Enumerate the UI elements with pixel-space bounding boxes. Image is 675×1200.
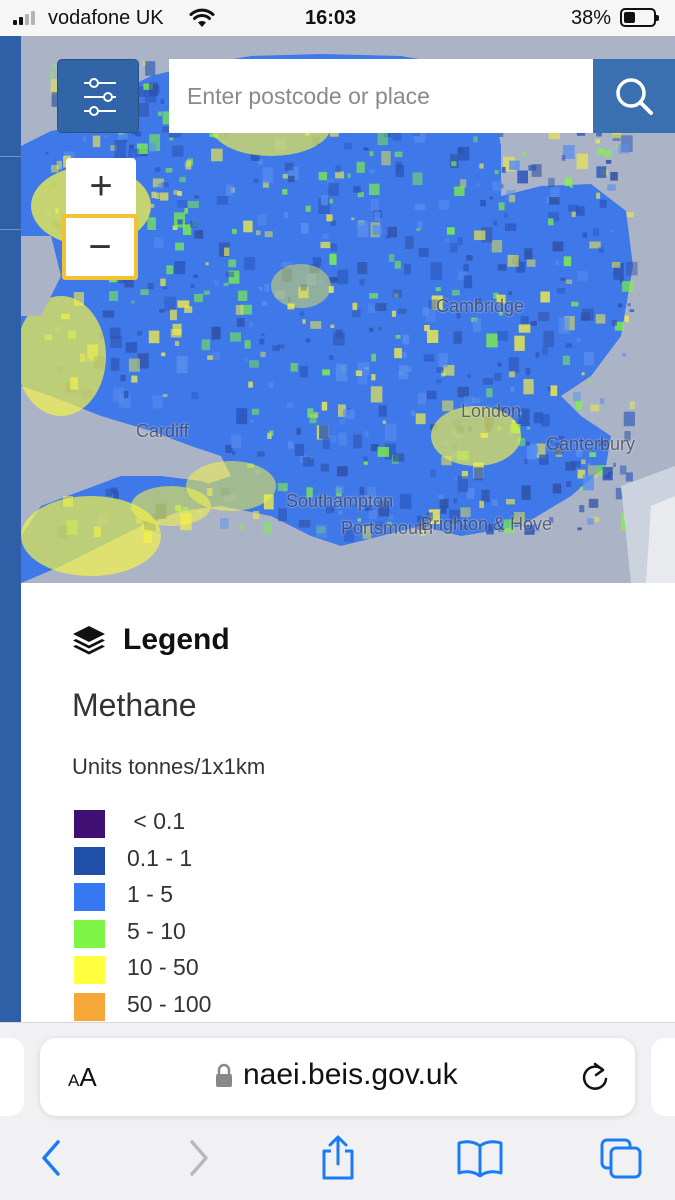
legend-units: Units tonnes/1x1km — [72, 754, 266, 779]
layer-name: Methane — [72, 687, 197, 723]
search-input[interactable]: Enter postcode or place — [169, 59, 593, 133]
legend-swatch — [74, 883, 105, 912]
zoom-out-button[interactable]: − — [62, 214, 138, 280]
map-label-southampton: Southampton — [286, 491, 394, 511]
wifi-icon — [189, 8, 215, 27]
map-label-portsmouth: Portsmouth — [341, 518, 434, 538]
book-icon[interactable] — [456, 1138, 504, 1178]
chevron-right-icon[interactable] — [184, 1138, 212, 1178]
search-placeholder: Enter postcode or place — [187, 82, 430, 109]
zoom-in-button[interactable]: + — [66, 158, 136, 214]
url-text: naei.beis.gov.uk — [243, 1058, 458, 1091]
legend-swatch — [74, 992, 105, 1021]
legend-swatch — [74, 956, 105, 985]
sliders-icon — [84, 78, 116, 116]
status-bar: vodafone UK 16:03 38% — [0, 0, 675, 36]
map-label-london: London — [461, 401, 522, 421]
map-label-canterbury: Canterbury — [546, 434, 636, 454]
text-size-button[interactable]: AA — [68, 1062, 97, 1093]
legend-swatch — [74, 846, 105, 875]
legend-range: 0.1 - 1 — [127, 844, 193, 871]
map-label-cardiff: Cardiff — [136, 421, 189, 441]
clock: 16:03 — [305, 7, 357, 29]
map-label-brighton: Brighton & Hove — [421, 514, 553, 534]
side-panel-edge[interactable] — [0, 36, 21, 1022]
legend-range: 50 - 100 — [127, 990, 212, 1017]
carrier-name: vodafone UK — [48, 7, 164, 29]
legend-range: 5 - 10 — [127, 917, 186, 944]
zoom-controls: + − — [62, 158, 138, 280]
previous-tab-peek[interactable] — [0, 1038, 24, 1116]
magnifier-icon — [616, 78, 653, 115]
legend-header[interactable]: Legend — [71, 623, 230, 657]
legend-swatch — [74, 810, 105, 838]
map-label-cambridge: Cambridge — [436, 296, 525, 316]
next-tab-peek[interactable] — [651, 1038, 675, 1116]
legend-range: 10 - 50 — [127, 954, 199, 981]
legend-title: Legend — [123, 623, 230, 656]
battery-percent: 38% — [571, 7, 612, 29]
layers-icon — [73, 626, 105, 655]
tabs-icon[interactable] — [598, 1136, 644, 1180]
battery-icon — [620, 8, 659, 27]
address-bar[interactable]: AA naei.beis.gov.uk — [40, 1038, 635, 1116]
legend-swatch — [74, 919, 105, 948]
filter-settings-button[interactable] — [57, 59, 139, 133]
legend-range: 1 - 5 — [127, 881, 174, 908]
reload-icon[interactable] — [579, 1060, 611, 1094]
lock-icon — [216, 1063, 232, 1087]
browser-toolbar: AA naei.beis.gov.uk — [0, 1022, 675, 1200]
battery-level — [624, 12, 635, 23]
chevron-left-icon[interactable] — [38, 1138, 66, 1178]
search-button[interactable] — [593, 59, 675, 133]
legend-panel: Legend Methane Units tonnes/1x1km < 0.1 … — [41, 583, 675, 1023]
legend-range: < 0.1 — [127, 808, 186, 834]
share-icon[interactable] — [318, 1135, 358, 1181]
